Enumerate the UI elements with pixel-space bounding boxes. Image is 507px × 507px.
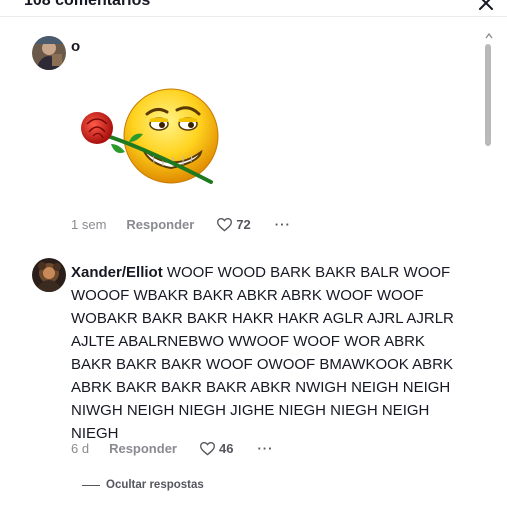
comments-count-title: 108 comentarios	[24, 0, 151, 9]
heart-icon	[217, 218, 233, 232]
hide-replies-label: Ocultar respostas	[106, 479, 204, 491]
comment-meta: 1 sem Responder 72 ···	[71, 217, 291, 232]
comment-username[interactable]: o	[71, 38, 80, 55]
like-button[interactable]: 46	[199, 441, 233, 456]
comment-body: Xander/Elliot WOOF WOOD BARK BAKR BALR W…	[71, 261, 461, 445]
more-options-button[interactable]: ···	[275, 217, 291, 232]
like-button[interactable]: 72	[216, 217, 251, 232]
avatar[interactable]	[32, 36, 66, 70]
comment-text: WOOF WOOD BARK BAKR BALR WOOF WOOOF WBAK…	[71, 264, 454, 442]
like-count: 72	[236, 217, 251, 232]
hide-replies-button[interactable]: Ocultar respostas	[82, 479, 204, 491]
scrollbar-thumb[interactable]	[485, 44, 491, 146]
comment-image	[71, 64, 221, 214]
comment-time: 6 d	[71, 441, 90, 456]
comments-panel: 108 comentarios o 1 sem Responder 72 ···…	[0, 0, 507, 507]
comments-header: 108 comentarios	[0, 0, 507, 17]
comment-time: 1 sem	[71, 217, 107, 232]
reply-button[interactable]: Responder	[109, 441, 177, 456]
avatar[interactable]	[32, 258, 66, 292]
comment-meta: 6 d Responder 46 ···	[71, 441, 273, 456]
reply-button[interactable]: Responder	[126, 217, 194, 232]
close-icon[interactable]	[477, 0, 495, 12]
like-count: 46	[218, 441, 234, 456]
heart-icon	[199, 442, 215, 456]
more-options-button[interactable]: ···	[257, 441, 273, 456]
scroll-up-arrow-icon[interactable]	[485, 32, 493, 40]
comment-username[interactable]: Xander/Elliot	[71, 264, 163, 281]
smirk-rose-emoji-icon	[81, 88, 219, 184]
divider-line	[82, 484, 100, 486]
